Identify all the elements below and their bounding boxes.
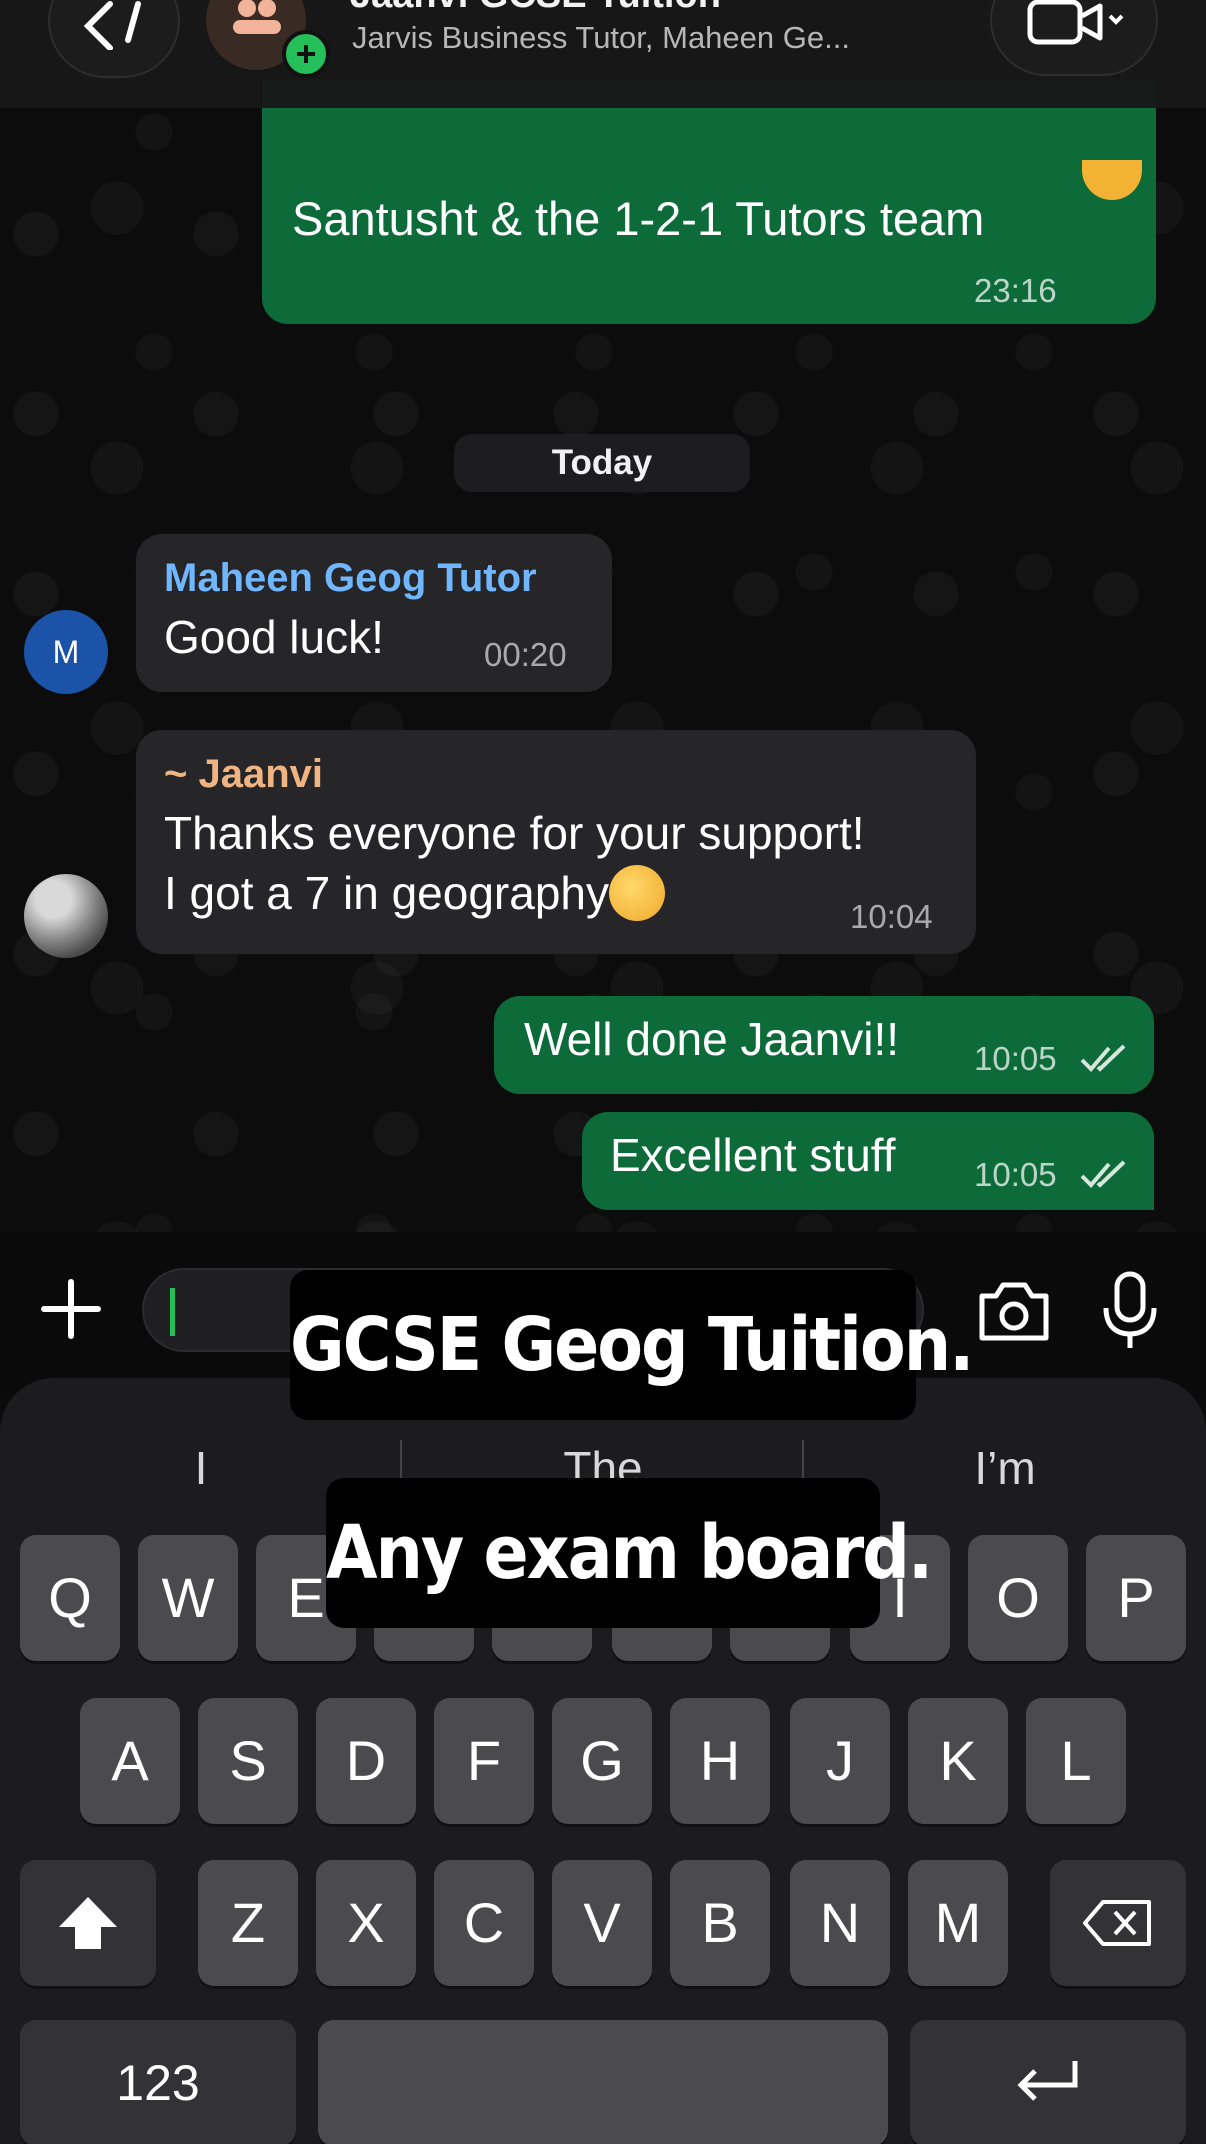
overlay-caption: Any exam board. xyxy=(326,1478,933,1628)
avatar[interactable] xyxy=(24,874,108,958)
key-w[interactable]: W xyxy=(138,1535,238,1661)
video-camera-icon xyxy=(1027,0,1124,45)
key-l[interactable]: L xyxy=(1026,1698,1126,1824)
message-text: Good luck! xyxy=(164,611,384,663)
key-z[interactable]: Z xyxy=(198,1860,298,1986)
return-icon xyxy=(1017,2061,1078,2101)
delivered-ticks-icon xyxy=(1080,1044,1126,1072)
group-icon xyxy=(233,0,281,34)
plus-icon[interactable] xyxy=(36,1274,106,1344)
microphone-icon[interactable] xyxy=(1100,1270,1160,1352)
back-button[interactable] xyxy=(48,0,180,78)
text-cursor xyxy=(170,1288,175,1336)
group-title[interactable]: Jaanvi GCSE Tuition xyxy=(350,0,721,17)
return-key[interactable] xyxy=(910,2020,1186,2144)
chat-area[interactable]: Santusht & the 1-2-1 Tutors team 23:16 T… xyxy=(0,0,1206,1232)
message-time: 00:20 xyxy=(484,636,567,673)
key-s[interactable]: S xyxy=(198,1698,298,1824)
key-h[interactable]: H xyxy=(670,1698,770,1824)
camera-icon[interactable] xyxy=(976,1276,1052,1346)
message-bubble-outgoing[interactable]: Excellent stuff 10:05 xyxy=(582,1112,1154,1210)
shift-key[interactable] xyxy=(20,1860,156,1986)
add-member-icon[interactable] xyxy=(282,30,330,78)
message-time: 10:04 xyxy=(850,898,933,935)
sender-name[interactable]: ~ Jaanvi xyxy=(164,748,323,800)
date-divider: Today xyxy=(454,434,750,492)
key-b[interactable]: B xyxy=(670,1860,770,1986)
key-a[interactable]: A xyxy=(80,1698,180,1824)
party-face-emoji-icon xyxy=(609,864,665,921)
key-g[interactable]: G xyxy=(552,1698,652,1824)
numbers-key[interactable]: 123 xyxy=(20,2020,296,2144)
message-time: 10:05 xyxy=(974,1040,1057,1077)
delivered-ticks-icon xyxy=(1080,1160,1126,1188)
avatar[interactable]: M xyxy=(24,610,108,694)
group-members[interactable]: Jarvis Business Tutor, Maheen Ge... xyxy=(352,20,972,56)
video-call-button[interactable] xyxy=(990,0,1158,76)
message-bubble-incoming[interactable]: ~ Jaanvi Thanks everyone for your suppor… xyxy=(136,730,976,954)
key-v[interactable]: V xyxy=(552,1860,652,1986)
shift-arrow-icon xyxy=(59,1897,117,1949)
key-j[interactable]: J xyxy=(790,1698,890,1824)
message-bubble-incoming[interactable]: Maheen Geog Tutor Good luck! 00:20 xyxy=(136,534,612,692)
message-text: Santusht & the 1-2-1 Tutors team xyxy=(292,192,985,245)
overlay-caption: GCSE Geog Tuition. xyxy=(290,1270,974,1420)
chevron-left-icon xyxy=(83,1,141,50)
backspace-icon xyxy=(1083,1900,1151,1946)
key-d[interactable]: D xyxy=(316,1698,416,1824)
key-q[interactable]: Q xyxy=(20,1535,120,1661)
message-bubble-outgoing[interactable]: Well done Jaanvi!! 10:05 xyxy=(494,996,1154,1094)
key-f[interactable]: F xyxy=(434,1698,534,1824)
message-bubble-outgoing[interactable]: Santusht & the 1-2-1 Tutors team 23:16 xyxy=(262,80,1156,324)
chat-header: Jaanvi GCSE Tuition Jarvis Business Tuto… xyxy=(0,0,1206,108)
message-text: Well done Jaanvi!! xyxy=(524,1013,900,1065)
key-c[interactable]: C xyxy=(434,1860,534,1986)
message-time: 10:05 xyxy=(974,1156,1057,1193)
key-p[interactable]: P xyxy=(1086,1535,1186,1661)
message-text-line: I got a 7 in geography xyxy=(164,864,665,925)
key-n[interactable]: N xyxy=(790,1860,890,1986)
sender-name[interactable]: Maheen Geog Tutor xyxy=(164,552,537,604)
key-m[interactable]: M xyxy=(908,1860,1008,1986)
message-text: Excellent stuff xyxy=(610,1129,896,1181)
key-o[interactable]: O xyxy=(968,1535,1068,1661)
emoji-partial xyxy=(1082,160,1142,200)
message-time: 23:16 xyxy=(974,272,1057,309)
message-text-line: Thanks everyone for your support! xyxy=(164,807,865,859)
key-k[interactable]: K xyxy=(908,1698,1008,1824)
backspace-key[interactable] xyxy=(1050,1860,1186,1986)
key-x[interactable]: X xyxy=(316,1860,416,1986)
space-key[interactable] xyxy=(318,2020,888,2144)
